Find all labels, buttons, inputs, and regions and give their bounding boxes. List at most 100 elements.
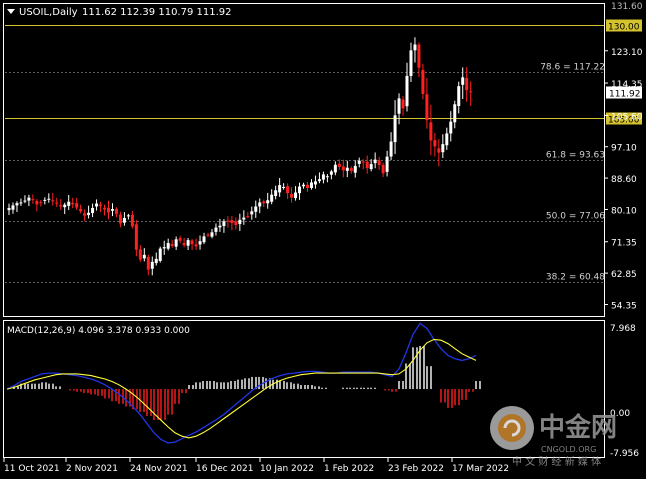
candle-body — [87, 212, 91, 216]
candle-body — [202, 236, 206, 243]
candle-body — [182, 243, 186, 246]
candle-body — [35, 200, 39, 205]
candle-body — [154, 258, 158, 264]
candle-body — [401, 99, 405, 109]
fib-level-label: 78.6 = 117.22 — [540, 63, 605, 73]
horizontal-level-value: 130.00 — [608, 23, 640, 33]
candle-body — [425, 94, 429, 121]
time-axis-label: 10 Jan 2022 — [260, 464, 314, 474]
candle-body — [377, 160, 381, 166]
time-axis-label: 16 Dec 2021 — [196, 464, 254, 474]
candle-body — [381, 164, 385, 174]
price-axis-label: 62.85 — [611, 270, 637, 280]
candle-body — [31, 199, 35, 201]
candle-body — [393, 115, 397, 143]
watermark-brand: 中金网 — [539, 412, 617, 443]
candle-body — [234, 221, 238, 225]
candle-body — [262, 201, 266, 204]
candle-body — [75, 203, 79, 208]
candle-body — [313, 181, 317, 185]
watermark-domain: CNGOLD.ORG — [541, 445, 596, 454]
candle-body — [83, 213, 87, 216]
candle-body — [413, 44, 417, 51]
candle-body — [59, 205, 63, 207]
candle-body — [150, 261, 154, 269]
candle-body — [274, 190, 278, 197]
price-axis-label: 54.35 — [611, 301, 637, 311]
price-axis-label: 88.60 — [611, 175, 637, 185]
candle-body — [353, 165, 357, 173]
candle-body — [290, 194, 294, 198]
price-axis-label: 114.35 — [611, 80, 643, 90]
price-axis-label: 80.10 — [611, 206, 637, 216]
candle-body — [63, 204, 67, 208]
candle-body — [27, 197, 31, 201]
candle-body — [142, 254, 146, 259]
candle-body — [15, 203, 19, 206]
candle-body — [67, 201, 71, 206]
candle-body — [405, 75, 409, 107]
time-axis-label: 1 Feb 2022 — [324, 464, 374, 474]
candle-body — [47, 198, 51, 200]
candle-body — [186, 240, 190, 246]
macd-axis-top: 7.968 — [610, 324, 636, 334]
candle-body — [162, 247, 166, 249]
candle-body — [95, 203, 99, 207]
price-axis-label: 97.10 — [611, 144, 637, 154]
candle-body — [7, 207, 11, 211]
candle-body — [23, 200, 27, 202]
candle-body — [433, 140, 437, 147]
candle-body — [55, 202, 59, 204]
candle-body — [103, 207, 107, 210]
candle-body — [71, 202, 75, 205]
price-axis-label: 123.10 — [611, 48, 643, 58]
candle-body — [437, 148, 441, 153]
candle-body — [134, 224, 138, 250]
time-axis-label: 11 Oct 2021 — [4, 464, 60, 474]
candle-body — [385, 156, 389, 172]
candle-body — [210, 232, 214, 237]
candle-body — [246, 216, 250, 218]
candle-body — [389, 141, 393, 157]
candle-body — [138, 249, 142, 260]
candle-body — [369, 164, 373, 170]
cngold-logo-inner-icon — [498, 414, 526, 442]
candle-body — [298, 186, 302, 194]
candle-body — [294, 192, 298, 199]
candle-body — [206, 234, 210, 236]
candle-body — [341, 166, 345, 171]
candle-body — [118, 214, 122, 224]
time-axis-label: 17 Mar 2022 — [452, 464, 509, 474]
candle-body — [306, 184, 309, 189]
candle-body — [309, 182, 313, 189]
candle-body — [329, 171, 333, 175]
candle-body — [286, 186, 290, 194]
candle-body — [250, 211, 254, 215]
candle-body — [397, 98, 401, 114]
trading-chart[interactable]: 78.6 = 117.22 61.8 = 93.63 50.0 = 77.06 38.… — [0, 0, 646, 479]
candle-body — [110, 209, 114, 211]
current-price-value: 111.92 — [609, 90, 641, 100]
candle-body — [278, 185, 282, 193]
price-axis-label: 71.35 — [611, 239, 637, 249]
candle-body — [170, 244, 174, 246]
candle-body — [457, 86, 461, 106]
candle-body — [361, 161, 365, 163]
candle-body — [429, 122, 433, 141]
candle-body — [114, 208, 118, 214]
ohlc-values: 111.62 112.39 110.79 111.92 — [82, 7, 232, 18]
candle-body — [166, 243, 170, 249]
candle-body — [258, 202, 262, 207]
candle-body — [122, 217, 126, 223]
candle-body — [254, 206, 258, 212]
candle-body — [449, 121, 453, 134]
candle-body — [226, 220, 230, 222]
candle-body — [158, 248, 162, 261]
macd-axis-bottom: -7.956 — [610, 449, 639, 459]
price-axis-label-top: 131.60 — [611, 2, 643, 12]
candle-body — [325, 176, 329, 178]
price-axis-label: 105.60 — [611, 112, 643, 122]
candle-body — [198, 241, 202, 245]
candle-body — [238, 219, 242, 225]
candle-body — [282, 186, 286, 188]
